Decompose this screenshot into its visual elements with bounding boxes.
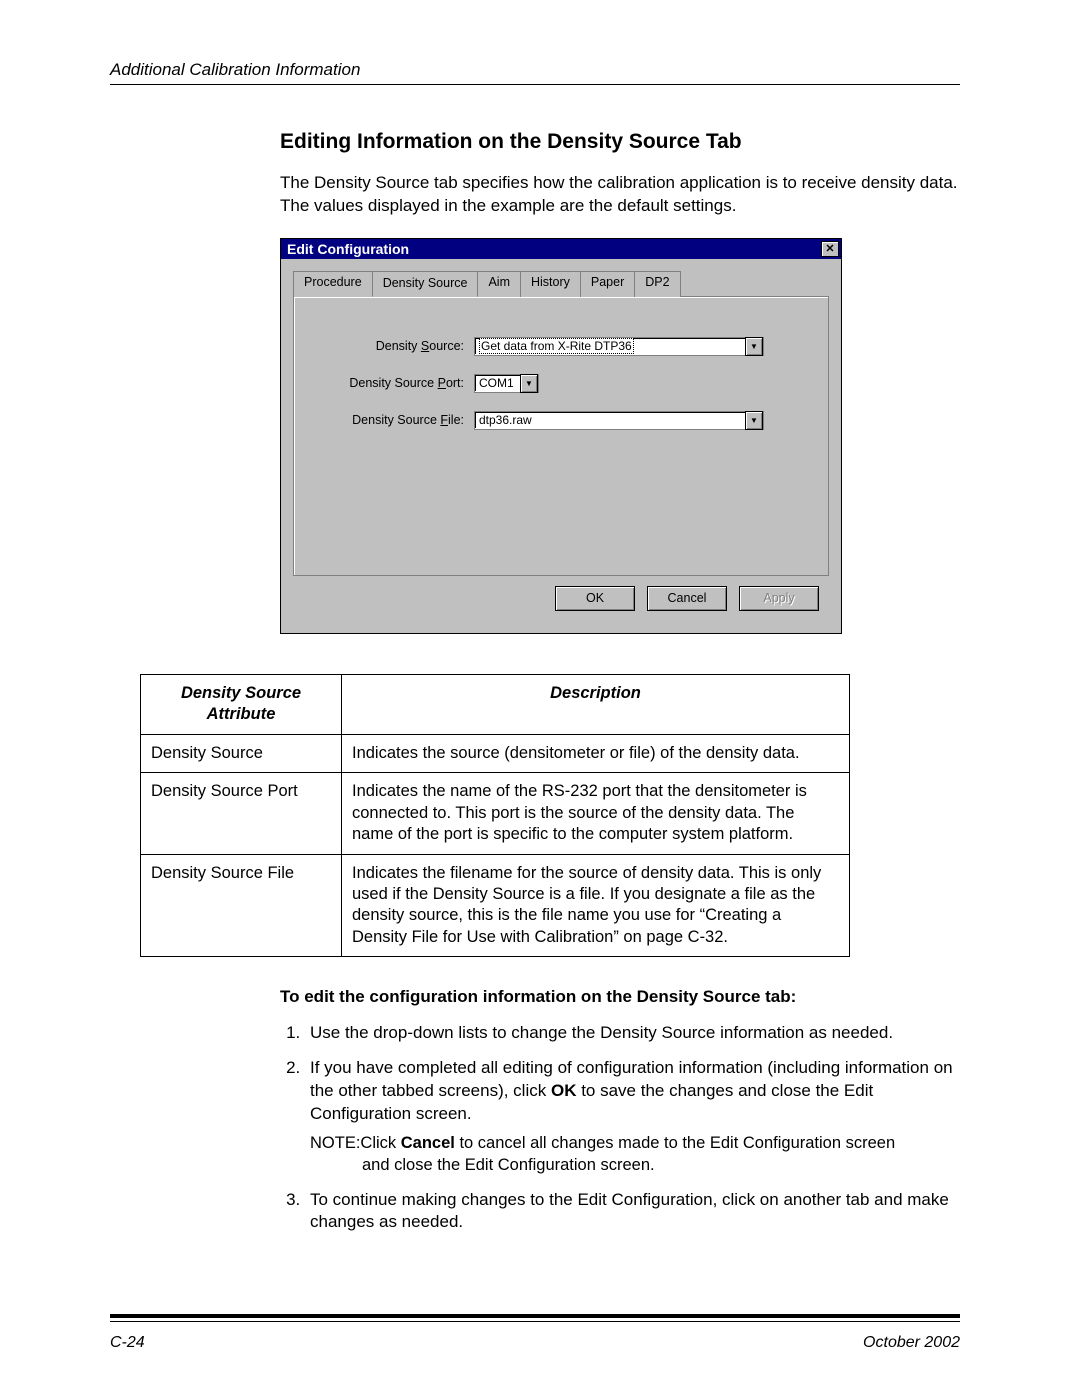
density-source-port-combo[interactable]: COM1 ▼ bbox=[474, 374, 539, 393]
table-row: Density Source Port Indicates the name o… bbox=[141, 773, 850, 854]
density-source-port-value: COM1 bbox=[475, 375, 520, 391]
chevron-down-icon[interactable]: ▼ bbox=[520, 374, 538, 393]
footer-date: October 2002 bbox=[863, 1334, 960, 1352]
ok-button[interactable]: OK bbox=[555, 586, 635, 611]
list-item: If you have completed all editing of con… bbox=[305, 1057, 960, 1176]
tab-aim[interactable]: Aim bbox=[477, 271, 521, 297]
footer-rule bbox=[110, 1314, 960, 1322]
density-source-value: Get data from X-Rite DTP36 bbox=[479, 338, 634, 354]
page-number: C-24 bbox=[110, 1334, 145, 1352]
steps-list: Use the drop-down lists to change the De… bbox=[280, 1022, 960, 1234]
tab-history[interactable]: History bbox=[520, 271, 581, 297]
note: NOTE:Click Cancel to cancel all changes … bbox=[310, 1132, 960, 1177]
section-title: Editing Information on the Density Sourc… bbox=[280, 130, 960, 154]
cancel-button[interactable]: Cancel bbox=[647, 586, 727, 611]
dialog-title: Edit Configuration bbox=[287, 241, 409, 257]
close-icon[interactable]: ✕ bbox=[821, 241, 839, 257]
chevron-down-icon[interactable]: ▼ bbox=[745, 337, 763, 356]
tab-procedure[interactable]: Procedure bbox=[293, 271, 373, 297]
label-density-source-file: Density Source File: bbox=[314, 413, 474, 427]
table-row: Density Source File Indicates the filena… bbox=[141, 854, 850, 957]
apply-button[interactable]: Apply bbox=[739, 586, 819, 611]
density-source-file-combo[interactable]: dtp36.raw ▼ bbox=[474, 411, 764, 430]
list-item: To continue making changes to the Edit C… bbox=[305, 1189, 960, 1235]
steps-heading: To edit the configuration information on… bbox=[280, 987, 960, 1007]
tabstrip: Procedure Density Source Aim History Pap… bbox=[293, 271, 829, 297]
running-header: Additional Calibration Information bbox=[110, 60, 960, 85]
edit-configuration-dialog: Edit Configuration ✕ Procedure Density S… bbox=[280, 238, 842, 634]
chevron-down-icon[interactable]: ▼ bbox=[745, 411, 763, 430]
page-footer: C-24 October 2002 bbox=[110, 1334, 960, 1352]
tab-dp2[interactable]: DP2 bbox=[634, 271, 680, 297]
density-source-combo[interactable]: Get data from X-Rite DTP36 ▼ bbox=[474, 337, 764, 356]
table-header-description: Description bbox=[342, 674, 850, 734]
tab-density-source[interactable]: Density Source bbox=[372, 271, 479, 297]
section-intro: The Density Source tab specifies how the… bbox=[280, 172, 960, 218]
label-density-source-port: Density Source Port: bbox=[314, 376, 474, 390]
attribute-description-table: Density Source Attribute Description Den… bbox=[140, 674, 850, 957]
dialog-titlebar: Edit Configuration ✕ bbox=[281, 239, 841, 259]
density-source-file-value: dtp36.raw bbox=[475, 412, 745, 428]
tab-panel-density-source: Density Source: Get data from X-Rite DTP… bbox=[293, 296, 829, 576]
label-density-source: Density Source: bbox=[314, 339, 474, 353]
tab-paper[interactable]: Paper bbox=[580, 271, 635, 297]
table-row: Density Source Indicates the source (den… bbox=[141, 734, 850, 772]
table-header-attribute: Density Source Attribute bbox=[141, 674, 342, 734]
list-item: Use the drop-down lists to change the De… bbox=[305, 1022, 960, 1045]
